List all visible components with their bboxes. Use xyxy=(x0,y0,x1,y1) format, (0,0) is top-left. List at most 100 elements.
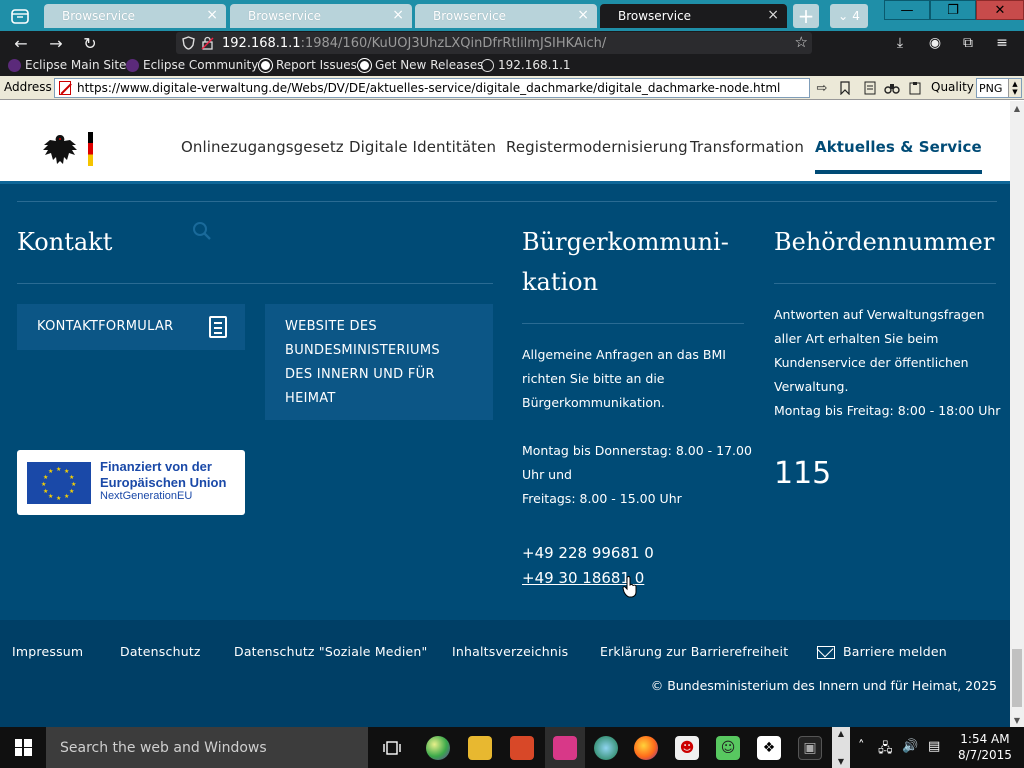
task-view-icon[interactable] xyxy=(380,736,404,760)
behoerde-divider xyxy=(774,283,996,284)
app-globe-icon[interactable] xyxy=(426,736,450,760)
behoerde-text: Antworten auf Verwaltungsfragen aller Ar… xyxy=(774,303,1000,423)
page-icon xyxy=(864,81,876,95)
tray-overflow-spinner[interactable]: ▲ ▼ xyxy=(832,727,850,768)
footer-link-barrierefreiheit[interactable]: Erklärung zur Barrierefreiheit xyxy=(600,644,788,659)
clipboard-icon[interactable] xyxy=(906,79,924,97)
bookmark-star-icon[interactable]: ☆ xyxy=(795,33,808,51)
footer-link-soziale-medien[interactable]: Datenschutz "Soziale Medien" xyxy=(234,644,427,659)
bookmark-label: Eclipse Main Site xyxy=(25,58,127,72)
phone-number-bonn[interactable]: +49 228 99681 0 xyxy=(522,544,654,562)
tab-close-icon[interactable]: × xyxy=(577,7,589,23)
app-green-icon[interactable]: ☺ xyxy=(716,736,740,760)
start-button[interactable] xyxy=(0,727,46,768)
address-input[interactable]: https://www.digitale-verwaltung.de/Webs/… xyxy=(54,78,810,98)
footer-link-impressum[interactable]: Impressum xyxy=(12,644,83,659)
action-center-icon[interactable]: ▤ xyxy=(928,739,940,754)
tab-menu-button[interactable] xyxy=(4,3,36,28)
firefox-icon[interactable] xyxy=(634,736,658,760)
app-cat-icon[interactable]: ☻ xyxy=(675,736,699,760)
tab-3[interactable]: Browservice × xyxy=(415,4,597,28)
download-icon[interactable]: ⤓ xyxy=(886,32,914,54)
footer-link-inhaltsverzeichnis[interactable]: Inhaltsverzeichnis xyxy=(452,644,568,659)
text-line: Freitags: 8.00 - 15.00 Uhr xyxy=(522,491,682,506)
app-paw-icon[interactable]: ❖ xyxy=(757,736,781,760)
show-hidden-icons-icon[interactable]: ˄ xyxy=(858,739,865,754)
tab-1[interactable]: Browservice × xyxy=(44,4,226,28)
taskbar-search-placeholder: Search the web and Windows xyxy=(60,739,267,756)
app-network-icon[interactable] xyxy=(594,736,618,760)
bookmark-eclipse-main[interactable]: Eclipse Main Site xyxy=(8,58,126,72)
go-button[interactable]: ⇨ xyxy=(813,79,831,97)
address-label: Address xyxy=(4,80,52,94)
windows-logo-icon xyxy=(14,739,32,756)
bookmark-icon[interactable] xyxy=(836,79,854,97)
spinner-arrows-icon[interactable]: ▲ ▼ xyxy=(1008,79,1021,97)
extensions-icon[interactable]: ⧉ xyxy=(954,32,982,54)
tab-title: Browservice xyxy=(248,9,322,23)
url-bar[interactable]: 192.168.1.1:1984/160/KuUOJ3UhzLXQinDfrRt… xyxy=(176,32,812,54)
vertical-scrollbar[interactable]: ▲ ▼ xyxy=(1010,101,1024,727)
hamburger-menu-icon[interactable]: ≡ xyxy=(988,32,1016,54)
bookmark-report-issues[interactable]: Report Issues xyxy=(259,58,357,72)
scroll-up-icon[interactable]: ▲ xyxy=(1010,101,1024,115)
minimize-button[interactable]: — xyxy=(884,0,930,20)
scroll-thumb[interactable] xyxy=(1012,649,1022,707)
forward-button[interactable]: → xyxy=(43,32,69,54)
url-host: 192.168.1.1 xyxy=(222,35,301,51)
behoerde-number[interactable]: 115 xyxy=(774,456,831,491)
text-line: Verwaltung. xyxy=(774,379,849,394)
bmi-link-line: DES INNERN UND FÜR xyxy=(285,367,435,382)
footer-link-barriere-melden[interactable]: Barriere melden xyxy=(843,644,947,659)
tab-4-active[interactable]: Browservice × xyxy=(600,4,787,28)
nav-digitale-identitaeten[interactable]: Digitale Identitäten xyxy=(349,138,496,156)
search-icon[interactable] xyxy=(192,221,212,241)
close-window-button[interactable]: ✕ xyxy=(976,0,1024,20)
text-line: aller Art erhalten Sie beim xyxy=(774,331,939,346)
app-pink-icon[interactable] xyxy=(553,736,577,760)
tab-close-icon[interactable]: × xyxy=(206,7,218,23)
buerger-text: Allgemeine Anfragen an das BMI richten S… xyxy=(522,343,752,511)
federal-eagle-logo[interactable] xyxy=(40,131,80,169)
scroll-down-icon[interactable]: ▼ xyxy=(1010,713,1024,727)
chevron-up-icon: ▲ xyxy=(837,729,845,738)
section-divider xyxy=(17,201,997,202)
bmi-link-line: HEIMAT xyxy=(285,391,336,406)
kontaktformular-button[interactable]: KONTAKTFORMULAR xyxy=(17,304,245,350)
file-explorer-icon[interactable] xyxy=(468,736,492,760)
tab-close-icon[interactable]: × xyxy=(767,7,779,23)
nav-aktuelles-service[interactable]: Aktuelles & Service xyxy=(815,138,982,174)
back-button[interactable]: ← xyxy=(8,32,34,54)
nav-onlinezugangsgesetz[interactable]: Onlinezugangsgesetz xyxy=(181,138,344,156)
new-tab-button[interactable]: + xyxy=(793,4,819,28)
eu-funding-logo[interactable]: ★ ★ ★ ★ ★ ★ ★ ★ ★ ★ ★ ★ Finanziert von der Europäisc… xyxy=(17,450,245,515)
text-line: Montag bis Donnerstag: 8.00 - 17.00 xyxy=(522,443,752,458)
page-tool-icon[interactable] xyxy=(861,79,879,97)
account-icon[interactable]: ◉ xyxy=(921,32,949,54)
tab-2[interactable]: Browservice × xyxy=(230,4,412,28)
eu-funding-text: Finanziert von der Europäischen Union xyxy=(100,459,226,491)
taskbar-search[interactable]: Search the web and Windows xyxy=(46,727,368,768)
network-icon[interactable]: 🖧 xyxy=(878,739,893,761)
find-icon[interactable] xyxy=(883,79,901,97)
nav-registermodernisierung[interactable]: Registermodernisierung xyxy=(506,138,688,156)
bookmark-eclipse-community[interactable]: Eclipse Community xyxy=(126,58,258,72)
screen: Browservice × Browservice × Browservice … xyxy=(0,0,1024,768)
buerger-heading-line1: Bürgerkommuni- xyxy=(522,228,729,256)
text-line: Kundenservice der öffentlichen xyxy=(774,355,969,370)
tab-close-icon[interactable]: × xyxy=(392,7,404,23)
eu-flag-icon: ★ ★ ★ ★ ★ ★ ★ ★ ★ ★ ★ ★ xyxy=(27,462,91,504)
quality-select[interactable]: PNG ▲ ▼ xyxy=(976,78,1022,98)
bookmark-router[interactable]: 192.168.1.1 xyxy=(481,58,571,72)
bookmark-new-releases[interactable]: Get New Releases xyxy=(358,58,483,72)
taskbar-clock[interactable]: 1:54 AM 8/7/2015 xyxy=(958,731,1012,763)
maximize-button[interactable]: ❐ xyxy=(930,0,976,20)
bmi-website-link[interactable]: WEBSITE DES BUNDESMINISTERIUMS DES INNER… xyxy=(265,304,493,420)
reload-button[interactable]: ↻ xyxy=(77,32,103,54)
footer-link-datenschutz[interactable]: Datenschutz xyxy=(120,644,201,659)
tab-list-button[interactable]: ⌄ 4 xyxy=(830,4,868,28)
app-chip-icon[interactable]: ▣ xyxy=(798,736,822,760)
app-red-icon[interactable] xyxy=(510,736,534,760)
nav-transformation[interactable]: Transformation xyxy=(690,138,804,156)
volume-icon[interactable]: 🔊 xyxy=(902,739,918,754)
